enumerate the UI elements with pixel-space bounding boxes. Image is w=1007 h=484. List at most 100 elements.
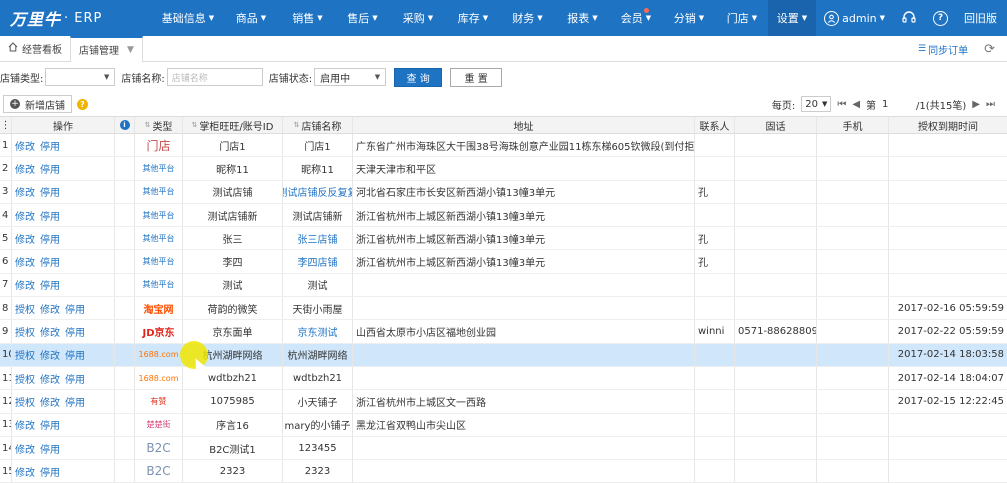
tab-close-icon[interactable]: ▼: [127, 45, 134, 55]
table-row[interactable]: 2 修改 停用 其他平台 昵称11 昵称11 天津天津市和平区: [0, 157, 1007, 181]
row-action-link[interactable]: 停用: [65, 347, 85, 362]
row-shop-name[interactable]: 京东测试: [283, 320, 353, 343]
nav-item-6[interactable]: 财务 ▼: [500, 0, 555, 36]
col-wangwang[interactable]: ⇅ 掌柜旺旺/账号ID: [183, 117, 283, 133]
table-row[interactable]: 15修改停用 B2C 23232323: [0, 460, 1007, 484]
row-action-link[interactable]: 停用: [65, 301, 85, 316]
row-type-logo: 有赞: [135, 390, 183, 413]
col-wangwang-label: 掌柜旺旺/账号ID: [199, 121, 274, 133]
row-action-link[interactable]: 修改: [15, 161, 35, 176]
shop-status-select[interactable]: 启用中 ▼: [314, 68, 387, 86]
nav-item-8[interactable]: 会员 ▼: [610, 0, 662, 36]
page-number[interactable]: 1: [882, 99, 910, 110]
table-row[interactable]: 3修改停用 其他平台测试店铺测试店铺反反复复河北省石家庄市长安区新西湖小镇13幢3…: [0, 180, 1007, 204]
nav-item-11[interactable]: 设置 ▼: [768, 0, 816, 36]
sync-orders-button[interactable]: ☰ 同步订单: [918, 42, 968, 57]
per-page-select[interactable]: 20 ▼: [801, 96, 832, 112]
row-action-link[interactable]: 修改: [40, 301, 60, 316]
row-action-link[interactable]: 修改: [15, 231, 35, 246]
col-type[interactable]: ⇅ 类型: [135, 117, 183, 133]
table-row[interactable]: 4 修改 停用 其他平台 测试店铺新 测试店铺新 浙江省杭州市上城区新西湖小镇13幢3单元: [0, 203, 1007, 228]
shop-type-select[interactable]: ▼: [45, 68, 116, 86]
nav-item-9[interactable]: 分销 ▼: [662, 0, 716, 36]
brand-logo[interactable]: 万里牛 · ERP: [0, 6, 140, 30]
table-row[interactable]: 8 授权 修改 停用 淘宝网 荷韵的微笑 天街小雨屋 2017-02-16 05:59:59: [0, 297, 1007, 321]
nav-item-4[interactable]: 采购 ▼: [390, 0, 446, 36]
row-action-link[interactable]: 修改: [40, 324, 60, 339]
row-action-link[interactable]: 停用: [40, 138, 60, 153]
row-action-link[interactable]: 停用: [40, 277, 60, 292]
row-action-link[interactable]: 停用: [40, 161, 60, 176]
table-row[interactable]: 11授权修改停用 1688.com wdtbzh21wdtbzh21 2017-02-…: [0, 366, 1007, 391]
row-shop-name[interactable]: 张三店铺: [283, 227, 353, 250]
last-page-icon[interactable]: ⏭: [986, 99, 995, 110]
row-action-link[interactable]: 停用: [40, 464, 60, 479]
support-headset[interactable]: [893, 0, 925, 36]
row-action-link[interactable]: 修改: [40, 347, 60, 362]
row-action-link[interactable]: 修改: [40, 371, 60, 386]
nav-item-0[interactable]: 基础信息 ▼: [154, 0, 222, 36]
row-action-link[interactable]: 修改: [15, 441, 35, 456]
nav-item-2[interactable]: 销售 ▼: [280, 0, 335, 36]
row-phone: [735, 297, 817, 320]
row-action-link[interactable]: 修改: [15, 417, 35, 432]
col-shop-name[interactable]: ⇅ 店铺名称: [283, 117, 353, 133]
nav-item-7[interactable]: 报表 ▼: [555, 0, 610, 36]
shop-name-input[interactable]: 店铺名称: [166, 68, 263, 86]
table-row[interactable]: 12授权修改停用 有赞 1075985小天铺子浙江省杭州市上城区文一西路 2017-0…: [0, 390, 1007, 414]
row-action-link[interactable]: 停用: [65, 394, 85, 409]
nav-item-1[interactable]: 商品 ▼: [222, 0, 280, 36]
table-row[interactable]: 13修改停用 楚楚街 序言16mary的小铺子黑龙江省双鸭山市尖山区: [0, 413, 1007, 437]
row-action-link[interactable]: 停用: [40, 184, 60, 199]
table-row[interactable]: 6 修改 停用 其他平台 李四 李四店铺 浙江省杭州市上城区新西湖小镇13幢3单元孔: [0, 250, 1007, 274]
help-icon[interactable]: ?: [77, 98, 88, 110]
tab-shop-management[interactable]: 店铺管理 ▼: [70, 35, 143, 62]
column-menu-icon[interactable]: ⋮: [0, 117, 12, 133]
row-action-link[interactable]: 修改: [15, 277, 35, 292]
row-action-link[interactable]: 停用: [40, 417, 60, 432]
info-icon[interactable]: i: [119, 120, 130, 130]
table-row[interactable]: 10授权修改停用1688.com杭州湖畔网络杭州湖畔网络2017-02-14 1…: [0, 343, 1007, 367]
help-button[interactable]: ?: [925, 0, 956, 36]
table-row[interactable]: 1 修改 停用 门店 门店1 门店1 广东省广州市海珠区大干围38号海珠创意产业园11栋东梯…: [0, 134, 1007, 158]
table-row[interactable]: 9 授权 修改 停用 JD京东 京东面单 京东测试 山西省太原市小店区福地创业园 winni 05…: [0, 320, 1007, 344]
row-action-link[interactable]: 修改: [15, 464, 35, 479]
next-page-icon[interactable]: ▶: [972, 99, 980, 110]
row-action-link[interactable]: 修改: [15, 208, 35, 223]
row-type-logo: 1688.com: [135, 366, 183, 390]
refresh-icon[interactable]: ⟳: [984, 42, 995, 57]
first-page-icon[interactable]: ⏮: [837, 99, 846, 110]
row-action-link[interactable]: 停用: [40, 254, 60, 269]
row-action-link[interactable]: 授权: [15, 394, 35, 409]
row-shop-name[interactable]: 测试店铺反反复复: [283, 180, 353, 203]
row-shop-name[interactable]: 李四店铺: [283, 250, 353, 273]
user-menu[interactable]: admin ▼: [816, 0, 893, 36]
table-row[interactable]: 7 修改 停用 其他平台 测试 测试: [0, 273, 1007, 298]
prev-page-icon[interactable]: ◀: [852, 99, 860, 110]
row-action-link[interactable]: 停用: [40, 231, 60, 246]
platform-logo: B2C: [146, 441, 171, 455]
row-auth-expiry: [889, 204, 1007, 226]
reset-button[interactable]: 重 置: [450, 67, 503, 87]
table-row[interactable]: 14修改停用 B2C B2C测试1123455: [0, 436, 1007, 461]
nav-item-5[interactable]: 库存 ▼: [446, 0, 500, 36]
row-action-link[interactable]: 修改: [40, 394, 60, 409]
nav-item-3[interactable]: 售后 ▼: [335, 0, 390, 36]
row-action-link[interactable]: 授权: [15, 301, 35, 316]
table-row[interactable]: 5 修改 停用 其他平台 张三 张三店铺 浙江省杭州市上城区新西湖小镇13幢3单元孔: [0, 227, 1007, 251]
search-button[interactable]: 查 询: [394, 67, 443, 87]
row-action-link[interactable]: 授权: [15, 324, 35, 339]
row-action-link[interactable]: 修改: [15, 184, 35, 199]
row-action-link[interactable]: 停用: [65, 324, 85, 339]
add-shop-button[interactable]: + 新增店铺: [3, 95, 72, 113]
row-action-link[interactable]: 修改: [15, 254, 35, 269]
row-action-link[interactable]: 停用: [40, 208, 60, 223]
tab-dashboard[interactable]: 经营看板: [0, 36, 70, 62]
back-old-version-link[interactable]: 回旧版: [956, 0, 1007, 36]
row-action-link[interactable]: 授权: [15, 371, 35, 386]
row-action-link[interactable]: 修改: [15, 138, 35, 153]
nav-item-10[interactable]: 门店 ▼: [716, 0, 768, 36]
row-action-link[interactable]: 停用: [65, 371, 85, 386]
row-action-link[interactable]: 授权: [15, 347, 35, 362]
row-action-link[interactable]: 停用: [40, 441, 60, 456]
